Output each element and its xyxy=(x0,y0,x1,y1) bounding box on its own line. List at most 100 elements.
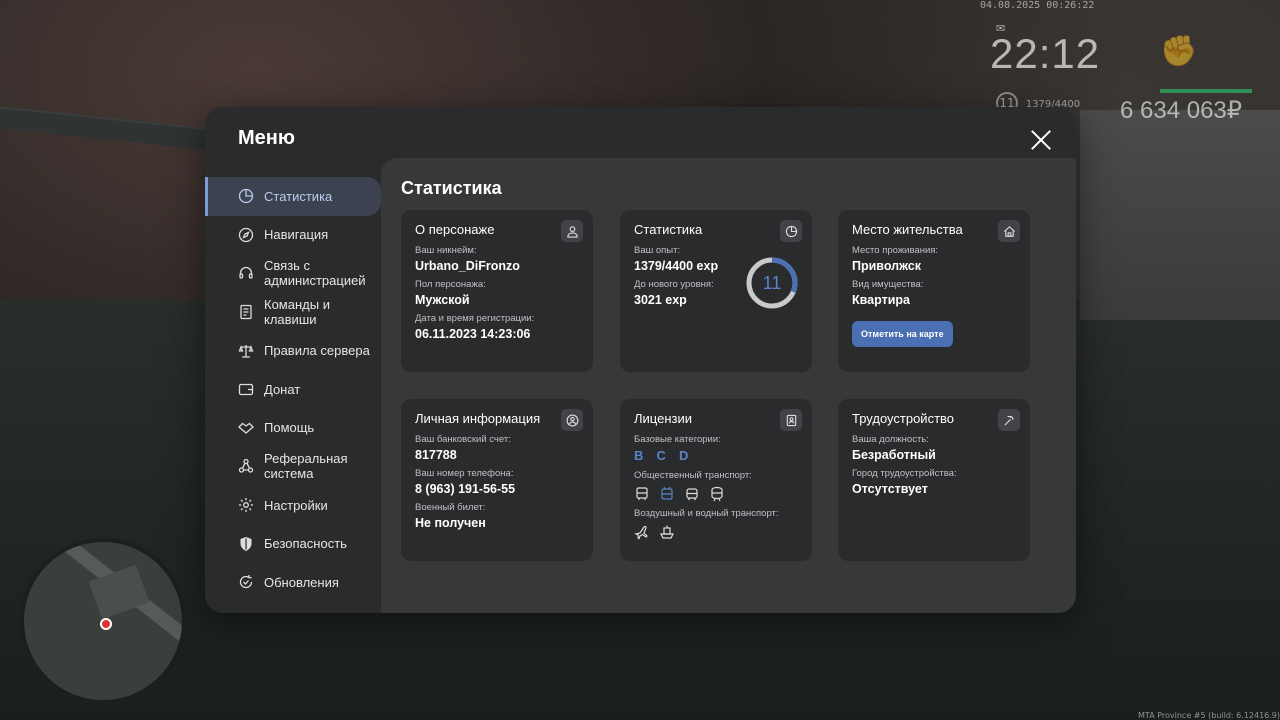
license-categories: B C D xyxy=(634,445,798,464)
sidebar-item-referral[interactable]: Реферальная система xyxy=(205,447,381,486)
phone-value: 8 (963) 191-56-55 xyxy=(415,482,516,496)
position-label: Ваша должность: xyxy=(852,434,929,445)
hud-clock: 22:12 xyxy=(990,30,1101,77)
sidebar-item-settings[interactable]: Настройки xyxy=(205,486,381,525)
hud-datetime: 04.08.2025 00:26:22 xyxy=(980,0,1095,11)
card-personal-info: Личная информация Ваш банковский счет: 8… xyxy=(401,399,593,561)
tram-icon xyxy=(684,486,700,502)
residence-place-label: Место проживания: xyxy=(852,245,939,256)
menu-title: Меню xyxy=(238,127,295,149)
phone-label: Ваш номер телефона: xyxy=(415,468,514,479)
pie-chart-icon xyxy=(780,220,802,242)
train-icon xyxy=(709,486,725,502)
card-title: Трудоустройство xyxy=(852,411,955,426)
hud-money: 6 634 063₽ xyxy=(1120,97,1243,124)
bank-account-value: 817788 xyxy=(415,448,457,462)
position-value: Безработный xyxy=(852,448,936,462)
card-title: Личная информация xyxy=(415,411,541,426)
nickname-label: Ваш никнейм: xyxy=(415,245,477,256)
job-city-value: Отсутствует xyxy=(852,482,928,496)
sidebar-item-updates[interactable]: Обновления xyxy=(205,563,381,602)
sidebar-item-label: Статистика xyxy=(264,188,333,204)
shield-icon xyxy=(238,536,254,552)
pickaxe-icon xyxy=(998,409,1020,431)
content-panel: Статистика О персонаже Ваш никнейм: Urba… xyxy=(381,158,1076,613)
sidebar: Статистика Навигация Связь с администрац… xyxy=(205,177,381,602)
minimap xyxy=(20,538,186,704)
gear-icon xyxy=(238,497,254,513)
sex-label: Пол персонажа: xyxy=(415,279,486,290)
card-licenses: Лицензии Базовые категории: B C D Общест… xyxy=(620,399,812,561)
pie-chart-icon xyxy=(238,188,254,204)
headset-icon xyxy=(238,265,254,281)
player-marker-icon xyxy=(100,618,112,630)
bus-icon xyxy=(634,486,650,502)
sidebar-item-label: Правила сервера xyxy=(264,343,370,359)
network-icon xyxy=(238,458,254,474)
card-employment: Трудоустройство Ваша должность: Безработ… xyxy=(838,399,1030,561)
card-title: Место жительства xyxy=(852,222,963,237)
build-info: MTA Province #5 (build: 6.12416.9) xyxy=(1138,711,1280,720)
license-icon xyxy=(780,409,802,431)
background-wall xyxy=(1080,110,1280,320)
sidebar-item-rules[interactable]: Правила сервера xyxy=(205,331,381,370)
license-category-c: C xyxy=(656,448,666,463)
sidebar-item-label: Навигация xyxy=(264,227,329,243)
sidebar-item-label: Безопасность xyxy=(264,536,347,552)
card-title: Статистика xyxy=(634,222,703,237)
sidebar-item-label: Обновления xyxy=(264,574,339,590)
sidebar-item-statistics[interactable]: Статистика xyxy=(205,177,381,216)
user-circle-icon xyxy=(561,409,583,431)
sidebar-item-navigation[interactable]: Навигация xyxy=(205,216,381,255)
military-id-value: Не получен xyxy=(415,516,486,530)
public-transport-icons xyxy=(634,486,798,502)
sidebar-item-donate[interactable]: Донат xyxy=(205,370,381,409)
refresh-icon xyxy=(238,574,254,590)
handshake-icon xyxy=(238,420,254,436)
page-title: Статистика xyxy=(401,178,502,198)
scales-icon xyxy=(238,343,254,359)
card-residence: Место жительства Место проживания: Приво… xyxy=(838,210,1030,372)
compass-icon xyxy=(238,227,254,243)
level-value: 11 xyxy=(763,273,782,293)
license-category-d: D xyxy=(678,448,689,463)
bank-account-label: Ваш банковский счет: xyxy=(415,434,511,445)
hud-health-bar xyxy=(1160,89,1252,93)
user-icon xyxy=(561,220,583,242)
property-type-label: Вид имущества: xyxy=(852,279,924,290)
card-statistics: Статистика Ваш опыт: 1379/4400 exp До но… xyxy=(620,210,812,372)
sidebar-item-security[interactable]: Безопасность xyxy=(205,524,381,563)
close-icon[interactable] xyxy=(1030,129,1052,151)
fist-icon: ✊ xyxy=(1160,34,1198,69)
ship-icon xyxy=(659,524,675,540)
air-water-transport-icons xyxy=(634,524,798,540)
sidebar-item-label: Команды и клавиши xyxy=(264,297,330,328)
registration-value: 06.11.2023 14:23:06 xyxy=(415,327,531,341)
public-transport-label: Общественный транспорт: xyxy=(634,470,752,481)
sidebar-item-label: Реферальная система xyxy=(264,451,348,482)
mark-on-map-button[interactable]: Отметить на карте xyxy=(852,321,953,347)
wallet-icon xyxy=(238,381,254,397)
document-icon xyxy=(238,304,254,320)
property-type-value: Квартира xyxy=(852,293,910,307)
sidebar-item-label: Настройки xyxy=(264,497,328,513)
menu-window: Меню Статистика Навигация Связь с админи… xyxy=(205,107,1076,613)
sidebar-item-commands[interactable]: Команды и клавиши xyxy=(205,293,381,332)
house-icon xyxy=(998,220,1020,242)
sidebar-item-label: Донат xyxy=(264,381,301,397)
sidebar-item-help[interactable]: Помощь xyxy=(205,409,381,448)
sidebar-item-contact-admin[interactable]: Связь с администрацией xyxy=(205,254,381,293)
license-category-b: B xyxy=(634,448,644,463)
sex-value: Мужской xyxy=(415,293,470,307)
level-progress-ring: 11 xyxy=(746,257,798,309)
card-title: О персонаже xyxy=(415,222,495,237)
registration-label: Дата и время регистрации: xyxy=(415,313,535,324)
trolleybus-icon xyxy=(659,486,675,502)
base-categories-label: Базовые категории: xyxy=(634,434,721,445)
sidebar-item-label: Связь с администрацией xyxy=(264,258,366,289)
residence-place-value: Приволжск xyxy=(852,259,921,273)
card-title: Лицензии xyxy=(634,411,692,426)
airplane-icon xyxy=(634,524,650,540)
air-water-transport-label: Воздушный и водный транспорт: xyxy=(634,508,779,519)
nickname-value: Urbano_DiFronzo xyxy=(415,259,520,273)
